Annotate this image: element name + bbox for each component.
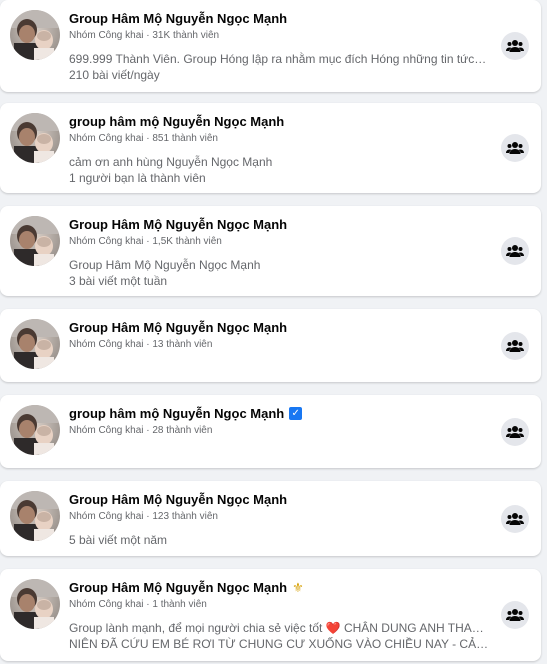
group-avatar[interactable]: [10, 491, 60, 541]
group-title-text: group hâm mộ Nguyễn Ngọc Mạnh: [69, 406, 285, 421]
group-privacy: Nhóm Công khai: [69, 599, 144, 610]
group-member-count: 123 thành viên: [152, 511, 218, 522]
group-title-text: Group Hâm Mộ Nguyễn Ngọc Mạnh: [69, 320, 288, 335]
check-badge-icon: ✓: [289, 407, 303, 420]
group-privacy: Nhóm Công khai: [69, 339, 144, 350]
group-title[interactable]: group hâm mộ Nguyễn Ngọc Mạnh ✓: [69, 406, 303, 421]
group-result-card[interactable]: Group Hâm Mộ Nguyễn Ngọc Mạnh ⚜ Nhóm Công…: [0, 569, 541, 661]
group-result-card[interactable]: Group Hâm Mộ Nguyễn Ngọc Mạnh Nhóm Công …: [0, 481, 541, 556]
group-result-card[interactable]: Group Hâm Mộ Nguyễn Ngọc Mạnh Nhóm Công …: [0, 309, 541, 382]
group-description-line: 3 bài viết một tuần: [69, 274, 168, 288]
group-description-line: NIÊN ĐÃ CỨU EM BÉ RƠI TỪ CHUNG CƯ XUỐNG …: [69, 637, 489, 651]
group-meta: Nhóm Công khai · 31K thành viên: [69, 30, 219, 41]
group-member-count: 31K thành viên: [152, 30, 220, 41]
group-result-card[interactable]: Group Hâm Mộ Nguyễn Ngọc Mạnh Nhóm Công …: [0, 206, 541, 296]
group-description-line: 5 bài viết một năm: [69, 533, 168, 547]
join-group-button[interactable]: [501, 32, 529, 60]
join-group-button[interactable]: [501, 505, 529, 533]
group-title[interactable]: Group Hâm Mộ Nguyễn Ngọc Mạnh: [69, 492, 287, 507]
group-title[interactable]: group hâm mộ Nguyễn Ngọc Mạnh: [69, 114, 284, 129]
group-meta: Nhóm Công khai · 13 thành viên: [69, 339, 212, 350]
group-search-results: Group Hâm Mộ Nguyễn Ngọc Mạnh Nhóm Công …: [0, 0, 547, 664]
group-avatar[interactable]: [10, 319, 60, 369]
group-privacy: Nhóm Công khai: [69, 511, 144, 522]
group-member-count: 851 thành viên: [152, 133, 218, 144]
group-meta: Nhóm Công khai · 1,5K thành viên: [69, 236, 222, 247]
group-member-count: 1,5K thành viên: [152, 236, 222, 247]
group-description-line: cảm ơn anh hùng Nguyễn Ngọc Mạnh: [69, 155, 273, 169]
group-privacy: Nhóm Công khai: [69, 425, 144, 436]
group-title-text: Group Hâm Mộ Nguyễn Ngọc Mạnh: [69, 580, 288, 595]
group-meta: Nhóm Công khai · 1 thành viên: [69, 599, 207, 610]
group-title-text: Group Hâm Mộ Nguyễn Ngọc Mạnh: [69, 217, 288, 232]
join-group-button[interactable]: [501, 237, 529, 265]
group-title[interactable]: Group Hâm Mộ Nguyễn Ngọc Mạnh: [69, 217, 287, 232]
join-group-button[interactable]: [501, 134, 529, 162]
group-title[interactable]: Group Hâm Mộ Nguyễn Ngọc Mạnh: [69, 11, 287, 26]
group-title[interactable]: Group Hâm Mộ Nguyễn Ngọc Mạnh: [69, 320, 287, 335]
group-member-count: 13 thành viên: [152, 339, 213, 350]
group-result-card[interactable]: group hâm mộ Nguyễn Ngọc Mạnh Nhóm Công …: [0, 103, 541, 193]
join-group-button[interactable]: [501, 418, 529, 446]
group-privacy: Nhóm Công khai: [69, 133, 144, 144]
group-description-line: Group lành mạnh, để mọi người chia sẻ vi…: [69, 621, 489, 635]
group-meta: Nhóm Công khai · 851 thành viên: [69, 133, 218, 144]
group-description-line: 699.999 Thành Viên. Group Hóng lập ra nh…: [69, 52, 489, 66]
group-avatar[interactable]: [10, 113, 60, 163]
group-result-card[interactable]: group hâm mộ Nguyễn Ngọc Mạnh ✓ Nhóm Công…: [0, 395, 541, 468]
group-meta: Nhóm Công khai · 123 thành viên: [69, 511, 218, 522]
fleur-de-lis-icon: ⚜: [292, 580, 304, 595]
group-title-text: Group Hâm Mộ Nguyễn Ngọc Mạnh: [69, 492, 288, 507]
group-title-text: group hâm mộ Nguyễn Ngọc Mạnh: [69, 114, 285, 129]
group-description-line: 1 người bạn là thành viên: [69, 171, 206, 185]
group-avatar[interactable]: [10, 405, 60, 455]
group-avatar[interactable]: [10, 216, 60, 266]
group-title[interactable]: Group Hâm Mộ Nguyễn Ngọc Mạnh ⚜: [69, 580, 304, 595]
group-avatar[interactable]: [10, 579, 60, 629]
group-privacy: Nhóm Công khai: [69, 30, 144, 41]
group-member-count: 28 thành viên: [152, 425, 213, 436]
group-description-line: Group Hâm Mộ Nguyễn Ngọc Mạnh: [69, 258, 261, 272]
group-privacy: Nhóm Công khai: [69, 236, 144, 247]
join-group-button[interactable]: [501, 601, 529, 629]
group-meta: Nhóm Công khai · 28 thành viên: [69, 425, 212, 436]
group-member-count: 1 thành viên: [152, 599, 207, 610]
group-description-line: 210 bài viết/ngày: [69, 68, 160, 82]
join-group-button[interactable]: [501, 332, 529, 360]
group-result-card[interactable]: Group Hâm Mộ Nguyễn Ngọc Mạnh Nhóm Công …: [0, 0, 541, 92]
group-title-text: Group Hâm Mộ Nguyễn Ngọc Mạnh: [69, 11, 288, 26]
group-avatar[interactable]: [10, 10, 60, 60]
